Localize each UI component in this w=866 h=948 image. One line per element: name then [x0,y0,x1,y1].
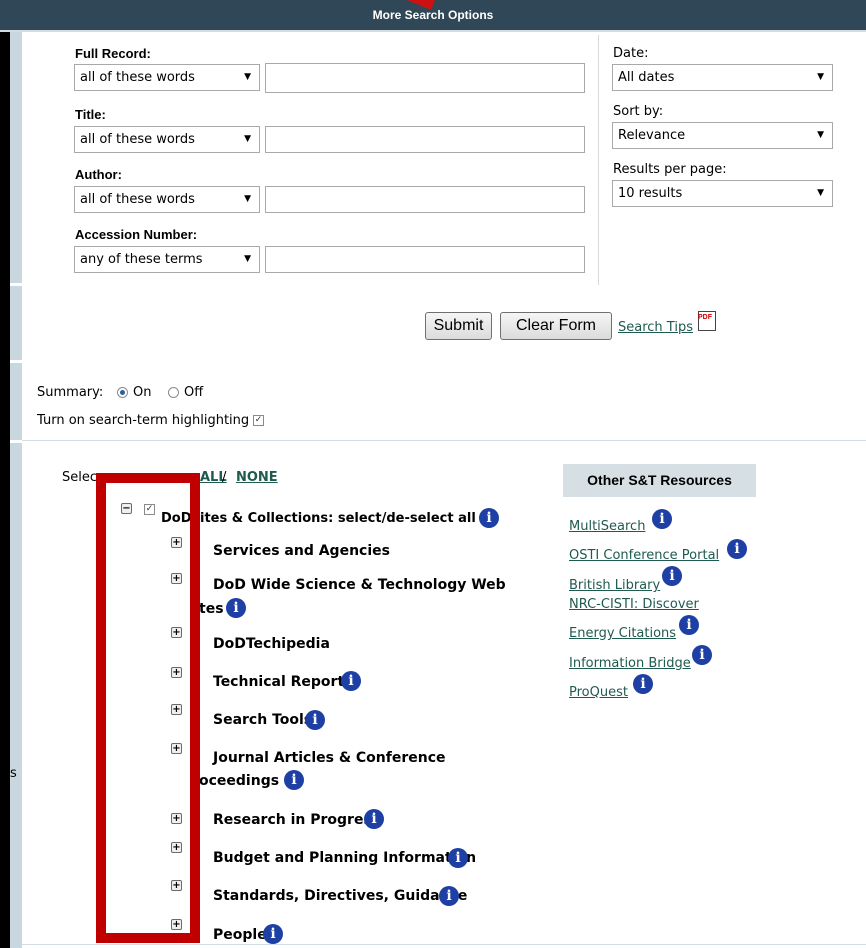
tree-item-dod-wide-cont: tes [199,601,224,617]
section-divider [22,440,866,441]
annotation-highlight-box [96,473,200,943]
side-column [10,25,22,948]
select-value: any of these terms [80,252,203,267]
per-page-select[interactable]: 10 results ▼ [612,180,833,207]
energy-citations-link[interactable]: Energy Citations [569,626,676,641]
highlight-checkbox[interactable]: ✓ [253,415,264,426]
title-operator-select[interactable]: all of these words ▼ [74,126,260,153]
date-label: Date: [613,46,649,61]
select-prefix: Selec [62,470,98,485]
annotation-arrow [403,0,435,10]
accession-input[interactable] [265,246,585,273]
tree-item-techipedia[interactable]: DoDTechipedia [213,636,330,652]
select-none-link[interactable]: NONE [236,470,278,485]
tree-item-budget[interactable]: Budget and Planning Information [213,850,476,866]
full-record-operator-select[interactable]: all of these words ▼ [74,64,260,91]
dropdown-arrow-icon: ▼ [244,72,251,82]
info-icon[interactable]: i [662,566,682,586]
tree-item-people[interactable]: People [213,927,267,943]
sort-select[interactable]: Relevance ▼ [612,122,833,149]
pdf-icon[interactable]: PDF [698,311,716,331]
select-value: all of these words [80,192,195,207]
multisearch-link[interactable]: MultiSearch [569,519,645,534]
title-input[interactable] [265,126,585,153]
info-icon[interactable]: i [226,598,246,618]
summary-on-label: On [133,385,152,400]
full-record-label: Full Record: [75,46,151,61]
sort-label: Sort by: [613,104,664,119]
tree-root-label[interactable]: ites & Collections: select/de-select all [200,511,476,526]
side-separator [10,360,22,363]
summary-on-radio[interactable] [117,387,128,398]
title-label: Title: [75,107,106,122]
summary-off-label: Off [184,385,204,400]
summary-label: Summary: [37,385,104,400]
tree-item-journal-articles-cont: oceedings [199,773,280,789]
osti-link[interactable]: OSTI Conference Portal [569,548,719,563]
dropdown-arrow-icon: ▼ [817,72,824,82]
resources-heading: Other S&T Resources [563,464,756,497]
author-input[interactable] [265,186,585,213]
info-icon[interactable]: i [305,710,325,730]
clear-form-button[interactable]: Clear Form [500,312,612,340]
dropdown-arrow-icon: ▼ [817,130,824,140]
tree-item-technical-reports[interactable]: Technical Reports [213,674,352,690]
summary-off-radio[interactable] [168,387,179,398]
full-record-input[interactable] [265,63,585,93]
tree-item-standards[interactable]: Standards, Directives, Guidance [213,888,467,904]
info-icon[interactable]: i [439,886,459,906]
side-separator [10,283,22,286]
tree-item-dod-wide[interactable]: DoD Wide Science & Technology Web [213,577,506,593]
information-bridge-link[interactable]: Information Bridge [569,656,691,671]
window-left-border [0,0,10,948]
author-operator-select[interactable]: all of these words ▼ [74,186,260,213]
accession-operator-select[interactable]: any of these terms ▼ [74,246,260,273]
bottom-divider [22,944,866,945]
info-icon[interactable]: i [263,924,283,944]
date-select[interactable]: All dates ▼ [612,64,833,91]
submit-button[interactable]: Submit [425,312,492,340]
tree-item-journal-articles[interactable]: Journal Articles & Conference [213,750,446,766]
per-page-label: Results per page: [613,162,727,177]
accession-label: Accession Number: [75,227,198,242]
column-divider [598,35,599,285]
info-icon[interactable]: i [692,645,712,665]
info-icon[interactable]: i [448,848,468,868]
highlight-label: Turn on search-term highlighting [37,413,250,428]
author-label: Author: [75,167,122,182]
tree-item-search-tools[interactable]: Search Tools [213,712,312,728]
info-icon[interactable]: i [341,671,361,691]
select-value: all of these words [80,70,195,85]
info-icon[interactable]: i [633,674,653,694]
nrc-cisti-link[interactable]: NRC-CISTI: Discover [569,597,699,612]
select-separator: / [222,470,227,485]
info-icon[interactable]: i [679,615,699,635]
select-value: All dates [618,70,675,85]
left-fragment-text: s [10,766,17,781]
info-icon[interactable]: i [652,509,672,529]
info-icon[interactable]: i [284,770,304,790]
info-icon[interactable]: i [479,508,499,528]
select-value: Relevance [618,128,686,143]
pdf-icon-label: PDF [698,314,712,321]
dropdown-arrow-icon: ▼ [244,254,251,264]
side-separator [10,440,22,443]
proquest-link[interactable]: ProQuest [569,685,628,700]
search-tips-link[interactable]: Search Tips [618,320,693,335]
info-icon[interactable]: i [727,539,747,559]
tree-item-research[interactable]: Research in Progress [213,812,380,828]
tree-item-services[interactable]: Services and Agencies [213,543,390,559]
dropdown-arrow-icon: ▼ [817,188,824,198]
select-value: 10 results [618,186,683,201]
dropdown-arrow-icon: ▼ [244,194,251,204]
dropdown-arrow-icon: ▼ [244,134,251,144]
british-library-link[interactable]: British Library [569,578,660,593]
select-value: all of these words [80,132,195,147]
info-icon[interactable]: i [364,809,384,829]
